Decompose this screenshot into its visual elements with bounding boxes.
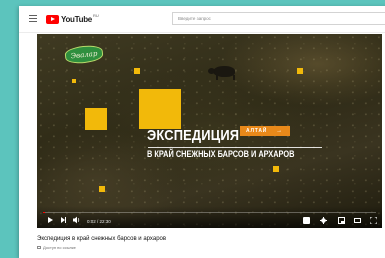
volume-icon[interactable] (73, 216, 81, 224)
youtube-play-icon (46, 14, 59, 24)
miniplayer-icon[interactable] (338, 217, 345, 224)
decor-square (99, 186, 105, 192)
hamburger-menu-icon[interactable] (29, 15, 37, 22)
decor-square (134, 68, 140, 74)
subtitles-icon[interactable] (303, 217, 310, 224)
search-placeholder: Введите запрос (178, 16, 211, 21)
link-icon (37, 246, 41, 249)
wild-animal-figure (208, 66, 235, 80)
overlay-divider (148, 147, 322, 148)
decor-square (273, 166, 279, 172)
decor-square (139, 89, 181, 129)
video-player[interactable]: Эвалар ЭКСПЕДИЦИЯ АЛТАЙ → В КРАЙ СНЕЖНЫХ… (37, 34, 382, 228)
video-title: Экспедиция в край снежных барсов и архар… (37, 236, 167, 242)
youtube-logo[interactable]: YouTube RU (46, 12, 99, 24)
youtube-region-code: RU (92, 12, 99, 18)
youtube-logo-text: YouTube (61, 14, 92, 24)
decor-square (297, 68, 303, 74)
search-input[interactable]: Введите запрос (172, 12, 385, 25)
next-icon[interactable] (61, 217, 66, 223)
overlay-tag: АЛТАЙ → (240, 126, 290, 136)
fullscreen-icon[interactable] (370, 217, 377, 224)
overlay-subtitle: В КРАЙ СНЕЖНЫХ БАРСОВ И АРХАРОВ (147, 149, 295, 159)
progress-fill (43, 211, 45, 213)
theater-mode-icon[interactable] (354, 218, 361, 223)
settings-gear-icon[interactable] (320, 217, 327, 224)
arrow-right-icon: → (276, 128, 283, 134)
decor-square (85, 108, 107, 130)
brand-logo-text: Эвалар (70, 49, 98, 60)
video-privacy: Доступ по ссылке (37, 245, 76, 250)
player-controls: 0:02 / 22:30 (37, 206, 382, 228)
video-privacy-label: Доступ по ссылке (43, 245, 76, 250)
browser-window: YouTube RU Введите запрос Эвалар ЭКСПЕДИ… (19, 6, 385, 258)
overlay-title: ЭКСПЕДИЦИЯ (147, 127, 240, 144)
progress-bar[interactable] (43, 211, 376, 213)
time-display: 0:02 / 22:30 (87, 219, 111, 224)
overlay-tag-label: АЛТАЙ (246, 128, 268, 134)
youtube-header: YouTube RU Введите запрос (19, 6, 385, 33)
decor-square (72, 79, 76, 83)
play-icon[interactable] (48, 217, 53, 223)
